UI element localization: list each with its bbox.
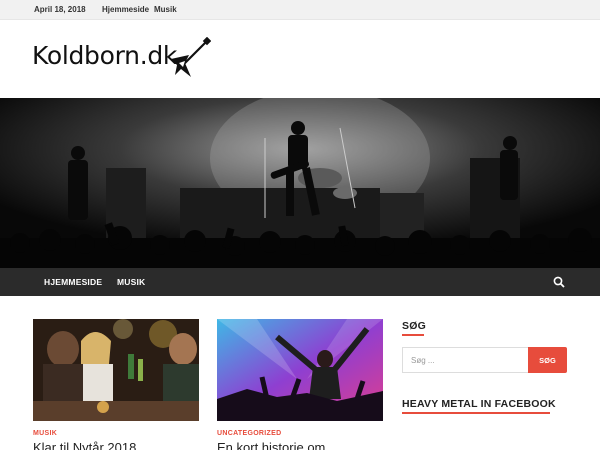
guitar-icon — [171, 37, 211, 77]
top-link-musik[interactable]: Musik — [154, 5, 177, 14]
post-title-link[interactable]: En kort historie om — [217, 440, 325, 450]
site-logo-text: Koldborn.dk — [32, 41, 178, 70]
search-icon[interactable] — [553, 276, 565, 288]
post-title-link[interactable]: Klar til Nytår 2018 — [33, 440, 136, 450]
widget-title-search: SØG — [402, 320, 426, 332]
search-input[interactable]: Søg ... — [402, 347, 529, 373]
widget-title-underline — [402, 334, 424, 336]
widget-title-facebook: HEAVY METAL IN FACEBOOK — [402, 398, 556, 410]
widget-title-underline — [402, 412, 550, 414]
search-submit-button[interactable]: SØG — [528, 347, 567, 373]
hero-concert-image — [0, 98, 600, 268]
top-bar: April 18, 2018 Hjemmeside Musik — [0, 0, 600, 20]
main-navigation: HJEMMESIDE MUSIK — [0, 268, 600, 296]
post-category-link[interactable]: MUSIK — [33, 430, 57, 437]
post-thumbnail-party[interactable] — [33, 319, 199, 421]
current-date: April 18, 2018 — [34, 5, 86, 14]
nav-item-hjemmeside[interactable]: HJEMMESIDE — [44, 277, 102, 287]
post-category-link[interactable]: UNCATEGORIZED — [217, 430, 281, 437]
nav-item-musik[interactable]: MUSIK — [117, 277, 145, 287]
post-thumbnail-concert-crowd[interactable] — [217, 319, 383, 421]
top-link-hjemmeside[interactable]: Hjemmeside — [102, 5, 149, 14]
